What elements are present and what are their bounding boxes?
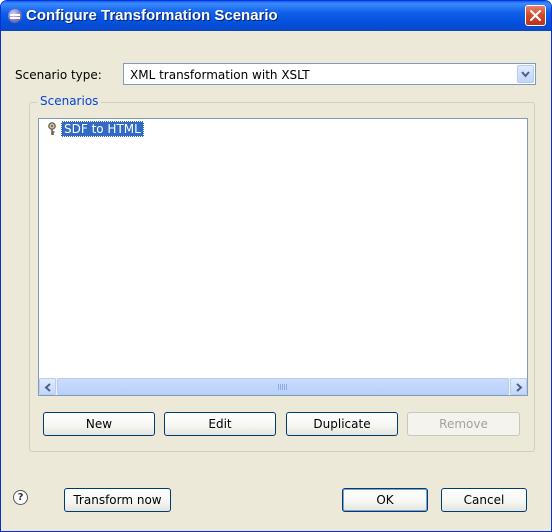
scenario-type-label: Scenario type: <box>15 68 102 82</box>
scroll-right-button[interactable] <box>510 378 527 395</box>
scrollbar-thumb[interactable] <box>57 378 509 395</box>
duplicate-button[interactable]: Duplicate <box>286 412 398 436</box>
window-title: Configure Transformation Scenario <box>26 7 278 24</box>
scenario-type-dropdown[interactable]: XML transformation with XSLT <box>123 63 536 85</box>
scenarios-tree[interactable]: SDF to HTML <box>38 118 528 396</box>
transform-now-button[interactable]: Transform now <box>64 488 171 512</box>
remove-button[interactable]: Remove <box>407 412 520 436</box>
dropdown-arrow-button[interactable] <box>517 65 534 83</box>
scenario-type-value: XML transformation with XSLT <box>130 68 310 82</box>
help-icon[interactable]: ? <box>13 490 28 505</box>
close-button[interactable] <box>525 5 546 26</box>
eclipse-app-icon <box>8 9 22 23</box>
key-icon <box>47 122 59 139</box>
cancel-button[interactable]: Cancel <box>441 488 527 512</box>
horizontal-scrollbar[interactable] <box>39 378 527 395</box>
edit-button[interactable]: Edit <box>164 412 276 436</box>
scenarios-group-title: Scenarios <box>37 94 102 108</box>
scrollbar-grip <box>278 384 288 390</box>
title-bar[interactable]: Configure Transformation Scenario <box>1 1 551 31</box>
ok-button[interactable]: OK <box>342 488 428 512</box>
tree-item-label: SDF to HTML <box>61 121 144 137</box>
scroll-left-button[interactable] <box>39 378 56 395</box>
dialog-window: Configure Transformation Scenario Scenar… <box>0 0 552 532</box>
new-button[interactable]: New <box>43 412 155 436</box>
